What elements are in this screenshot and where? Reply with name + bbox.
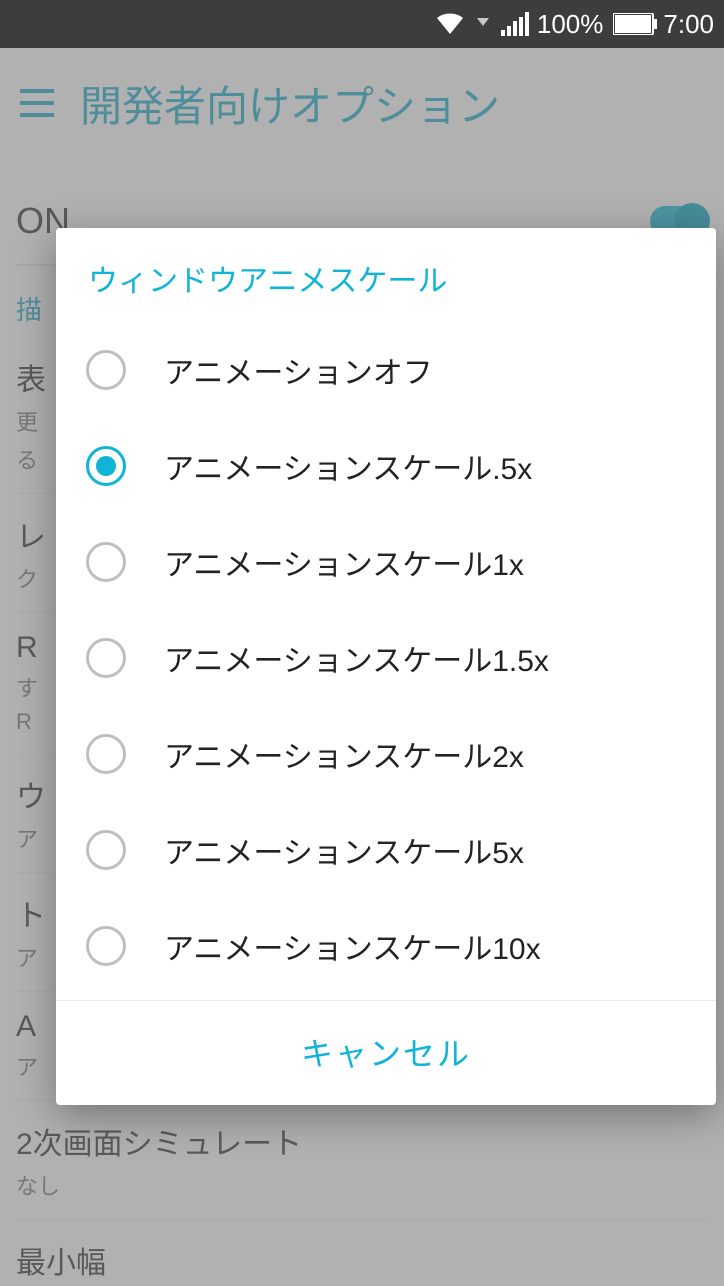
radio-icon (86, 830, 126, 870)
dialog-option[interactable]: アニメーションスケール5x (56, 802, 716, 898)
dialog-option[interactable]: アニメーションオフ (56, 322, 716, 418)
dialog-footer: キャンセル (56, 1000, 716, 1105)
cancel-button[interactable]: キャンセル (301, 1036, 471, 1072)
dialog-option[interactable]: アニメーションスケール1.5x (56, 610, 716, 706)
battery-icon (613, 13, 657, 35)
dialog-option[interactable]: アニメーションスケール10x (56, 898, 716, 994)
radio-icon (86, 638, 126, 678)
dialog-option-label: アニメーションスケール1.5x (164, 636, 549, 680)
radio-icon (86, 446, 126, 486)
radio-icon (86, 734, 126, 774)
dialog-option[interactable]: アニメーションスケール.5x (56, 418, 716, 514)
dialog-title: ウィンドウアニメスケール (56, 228, 716, 318)
dialog-option-label: アニメーションオフ (164, 348, 433, 392)
clock: 7:00 (663, 9, 714, 40)
dialog-options: アニメーションオフアニメーションスケール.5x アニメーションスケール1x アニメー… (56, 318, 716, 1000)
screen: 100% 7:00 開発者向けオプション ON 描 表 更 る レ (0, 0, 724, 1286)
dialog-option-label: アニメーションスケール5x (164, 828, 524, 872)
battery-percent: 100% (537, 9, 604, 40)
dialog-option-label: アニメーションスケール10x (164, 924, 541, 968)
radio-icon (86, 926, 126, 966)
radio-icon (86, 542, 126, 582)
dialog-option-label: アニメーションスケール1x (164, 540, 524, 584)
dialog-option[interactable]: アニメーションスケール2x (56, 706, 716, 802)
dialog-option[interactable]: アニメーションスケール1x (56, 514, 716, 610)
window-anim-scale-dialog: ウィンドウアニメスケール アニメーションオフアニメーションスケール.5xアニメー… (56, 228, 716, 1105)
status-bar: 100% 7:00 (0, 0, 724, 48)
signal-icon (501, 12, 531, 36)
wifi-icon (435, 12, 465, 36)
download-caret-icon (475, 14, 491, 34)
dialog-option-label: アニメーションスケール2x (164, 732, 524, 776)
radio-icon (86, 350, 126, 390)
dialog-option-label: アニメーションスケール.5x (164, 444, 532, 488)
